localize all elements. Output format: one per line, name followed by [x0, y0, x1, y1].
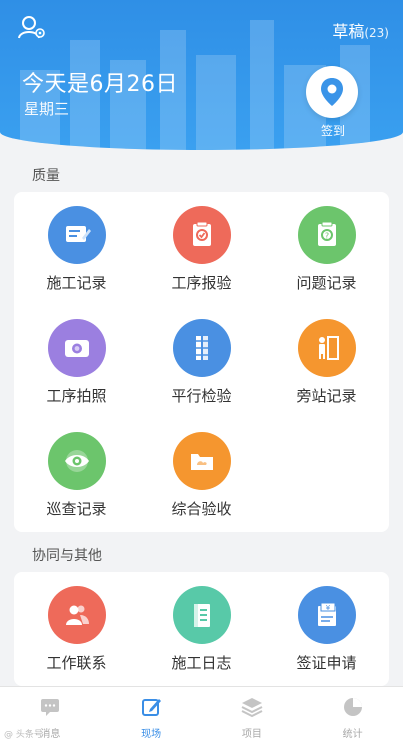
camera-icon: [47, 319, 106, 377]
drafts-count: (23): [364, 26, 389, 40]
section-title-collab: 协同与其他: [32, 548, 102, 564]
header-banner: 草稿(23) 今天是6月26日 星期三 签到: [0, 0, 403, 150]
grid-item-label: 问题记录: [296, 274, 357, 292]
grid-item-contact-people[interactable]: 工作联系: [14, 572, 139, 672]
grid-item-camera[interactable]: 工序拍照: [14, 305, 139, 405]
user-settings-icon[interactable]: [18, 14, 46, 40]
tab-label: 现场: [141, 729, 162, 740]
svg-text:¥: ¥: [325, 604, 330, 612]
today-date: 今天是6月26日: [22, 72, 178, 97]
acceptance-icon: [172, 432, 231, 490]
construction-log-icon: [172, 586, 231, 644]
grid-item-onsite-record[interactable]: 旁站记录: [264, 305, 389, 405]
checkin-button[interactable]: 签到: [306, 66, 360, 139]
location-pin-icon: [321, 78, 343, 106]
grid-item-issue-record[interactable]: ? 问题记录: [264, 192, 389, 292]
process-inspection-icon: [172, 206, 231, 264]
site-edit-icon: [142, 699, 162, 716]
grid-item-process-inspection[interactable]: 工序报验: [139, 192, 264, 292]
message-icon: [41, 699, 60, 716]
svg-text:?: ?: [324, 232, 328, 241]
grid-item-acceptance[interactable]: 综合验收: [139, 418, 264, 518]
grid-item-visa-application[interactable]: ¥ 签证申请: [264, 572, 389, 672]
grid-item-label: 巡查记录: [46, 500, 107, 518]
grid-item-label: 施工记录: [46, 274, 107, 292]
collab-card: 工作联系 施工日志 ¥ 签证申请: [14, 572, 389, 686]
project-layers-icon: [241, 698, 263, 718]
parallel-inspection-icon: [172, 319, 231, 377]
onsite-record-icon: [297, 319, 356, 377]
grid-item-label: 旁站记录: [296, 387, 357, 405]
checkin-label: 签到: [320, 124, 345, 138]
drafts-link[interactable]: 草稿(23): [332, 18, 389, 42]
tab-project-layers[interactable]: 项目: [202, 687, 303, 741]
bottom-tab-bar: 消息 现场 项目 统计: [0, 686, 403, 741]
tab-label: 统计: [342, 729, 363, 740]
grid-item-label: 综合验收: [171, 500, 232, 518]
contact-people-icon: [47, 586, 106, 644]
section-title-quality: 质量: [32, 168, 60, 184]
quality-card: 施工记录 工序报验? 问题记录 工序拍照 平行检验 旁站记录 巡查记录 综合验收: [14, 192, 389, 532]
grid-item-parallel-inspection[interactable]: 平行检验: [139, 305, 264, 405]
grid-item-label: 施工日志: [171, 654, 232, 672]
grid-item-label: 工序报验: [171, 274, 232, 292]
drafts-label: 草稿: [332, 22, 365, 41]
grid-item-label: 平行检验: [171, 387, 232, 405]
visa-application-icon: ¥: [297, 586, 356, 644]
patrol-eye-icon: [47, 432, 106, 490]
weekday: 星期三: [24, 100, 70, 118]
tab-label: 项目: [241, 729, 262, 740]
construction-record-icon: [47, 206, 106, 264]
grid-item-label: 工作联系: [46, 654, 107, 672]
grid-item-construction-record[interactable]: 施工记录: [14, 192, 139, 292]
tab-site-edit[interactable]: 现场: [101, 687, 202, 741]
grid-item-construction-log[interactable]: 施工日志: [139, 572, 264, 672]
statistics-pie-icon: [343, 698, 362, 716]
issue-record-icon: ?: [297, 206, 356, 264]
grid-item-label: 工序拍照: [46, 387, 107, 405]
watermark: @ 头条号: [4, 730, 43, 740]
tab-statistics-pie[interactable]: 统计: [302, 687, 403, 741]
grid-item-label: 签证申请: [296, 654, 357, 672]
grid-item-patrol-eye[interactable]: 巡查记录: [14, 418, 139, 518]
